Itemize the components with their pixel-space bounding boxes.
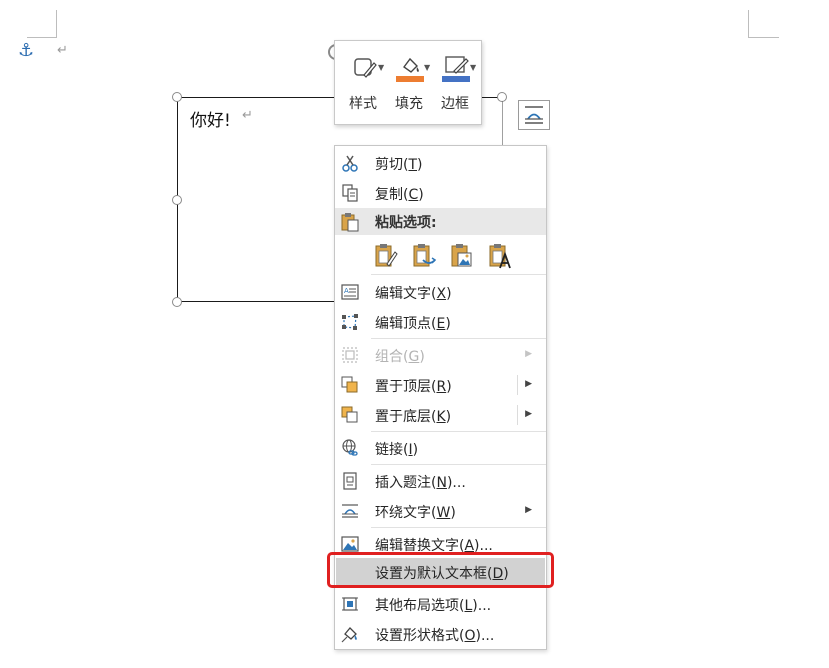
page-corner-mark-right bbox=[748, 10, 779, 38]
paste-options-header: 粘贴选项: bbox=[335, 208, 546, 235]
edit-text-icon: A bbox=[341, 284, 359, 300]
chevron-down-icon: ▼ bbox=[424, 63, 431, 72]
send-back-icon bbox=[341, 406, 358, 423]
paste-options-label: 粘贴选项: bbox=[375, 215, 437, 231]
menu-item-label: 编辑文字(X) bbox=[375, 286, 452, 302]
submenu-arrow-icon: ▶ bbox=[525, 349, 532, 359]
mini-toolbar: ▼ 样式 ▼ 填充 ▼ 边框 bbox=[334, 40, 482, 125]
paste-text-only-button[interactable] bbox=[487, 242, 513, 270]
pen-outline-icon bbox=[442, 56, 470, 82]
paragraph-mark: ↵ bbox=[57, 43, 68, 58]
caption-icon bbox=[343, 472, 357, 490]
menu-item-label: 复制(C) bbox=[375, 187, 424, 203]
alt-text-icon bbox=[341, 536, 359, 552]
style-label: 样式 bbox=[349, 96, 377, 112]
menu-separator bbox=[371, 274, 546, 275]
edit-points-icon bbox=[342, 314, 358, 330]
outline-button[interactable]: ▼ 边框 bbox=[432, 49, 478, 119]
submenu-arrow-icon[interactable]: ▶ bbox=[525, 379, 532, 389]
menu-item-more-layout-options[interactable]: 其他布局选项(L)... bbox=[335, 590, 546, 618]
fill-label: 填充 bbox=[395, 96, 423, 112]
bring-front-icon bbox=[341, 376, 358, 393]
menu-item-label: 插入题注(N)... bbox=[375, 475, 466, 491]
split-divider bbox=[517, 375, 518, 395]
highlight-annotation-frame bbox=[327, 552, 554, 588]
menu-item-label: 剪切(T) bbox=[375, 157, 423, 173]
chevron-down-icon: ▼ bbox=[378, 63, 385, 72]
svg-text:A: A bbox=[344, 287, 349, 295]
layout-options-button[interactable] bbox=[518, 100, 550, 130]
connector-line bbox=[502, 102, 503, 146]
menu-item-copy[interactable]: 复制(C) bbox=[335, 179, 546, 207]
paste-picture-icon bbox=[451, 244, 472, 267]
resize-handle-left[interactable] bbox=[172, 195, 182, 205]
menu-item-edit-points[interactable]: 编辑顶点(E) bbox=[335, 308, 546, 336]
resize-handle-top-right[interactable] bbox=[497, 92, 507, 102]
menu-item-label: 组合(G) bbox=[375, 349, 425, 365]
menu-item-wrap-text[interactable]: 环绕文字(W) ▶ bbox=[335, 497, 546, 525]
submenu-arrow-icon[interactable]: ▶ bbox=[525, 409, 532, 419]
link-globe-icon bbox=[342, 439, 358, 456]
format-shape-icon bbox=[341, 627, 357, 643]
scissors-icon bbox=[342, 155, 358, 172]
wrap-text-icon bbox=[525, 106, 543, 124]
menu-item-link[interactable]: 链接(I) bbox=[335, 434, 546, 462]
menu-item-cut[interactable]: 剪切(T) bbox=[335, 149, 546, 177]
menu-separator bbox=[371, 527, 546, 528]
menu-item-label: 编辑顶点(E) bbox=[375, 316, 451, 332]
paste-merge-icon bbox=[413, 244, 437, 267]
menu-item-insert-caption[interactable]: 插入题注(N)... bbox=[335, 467, 546, 495]
menu-item-group[interactable]: 组合(G) ▶ bbox=[335, 341, 546, 369]
menu-item-bring-to-front[interactable]: 置于顶层(R) ▶ bbox=[335, 371, 546, 399]
paste-keep-source-icon bbox=[375, 244, 398, 267]
wrap-text-icon bbox=[342, 504, 358, 518]
menu-item-label: 设置形状格式(O)... bbox=[375, 628, 495, 644]
outline-label: 边框 bbox=[441, 96, 469, 112]
menu-separator bbox=[371, 338, 546, 339]
paste-text-only-icon bbox=[489, 244, 511, 269]
paste-picture-button[interactable] bbox=[449, 242, 475, 270]
style-button[interactable]: ▼ 样式 bbox=[340, 49, 386, 119]
copy-icon bbox=[342, 184, 358, 202]
menu-item-label: 置于顶层(R) bbox=[375, 379, 452, 395]
textbox-text[interactable]: 你好! bbox=[190, 106, 231, 131]
menu-separator bbox=[371, 431, 546, 432]
layout-options-icon bbox=[342, 597, 358, 611]
resize-handle-bottom-left[interactable] bbox=[172, 297, 182, 307]
menu-item-edit-text[interactable]: A 编辑文字(X) bbox=[335, 278, 546, 306]
split-divider bbox=[517, 405, 518, 425]
menu-item-label: 置于底层(K) bbox=[375, 409, 452, 425]
menu-item-label: 环绕文字(W) bbox=[375, 505, 456, 521]
resize-handle-top-left[interactable] bbox=[172, 92, 182, 102]
paste-merge-button[interactable] bbox=[411, 242, 437, 270]
paint-bucket-icon bbox=[396, 57, 424, 82]
menu-item-label: 链接(I) bbox=[375, 442, 419, 458]
fill-button[interactable]: ▼ 填充 bbox=[386, 49, 432, 119]
shape-style-icon bbox=[354, 58, 377, 78]
chevron-down-icon: ▼ bbox=[470, 63, 477, 72]
anchor-icon: ⚓ bbox=[18, 40, 35, 61]
textbox-paragraph-mark: ↵ bbox=[242, 108, 253, 123]
menu-separator bbox=[371, 464, 546, 465]
menu-item-send-to-back[interactable]: 置于底层(K) ▶ bbox=[335, 401, 546, 429]
menu-item-format-shape[interactable]: 设置形状格式(O)... bbox=[335, 620, 546, 648]
paste-keep-source-button[interactable] bbox=[373, 242, 399, 270]
clipboard-icon bbox=[341, 213, 359, 232]
submenu-arrow-icon: ▶ bbox=[525, 505, 532, 515]
page-corner-mark-left bbox=[27, 10, 57, 38]
menu-item-label: 其他布局选项(L)... bbox=[375, 598, 492, 614]
group-icon bbox=[342, 347, 358, 363]
